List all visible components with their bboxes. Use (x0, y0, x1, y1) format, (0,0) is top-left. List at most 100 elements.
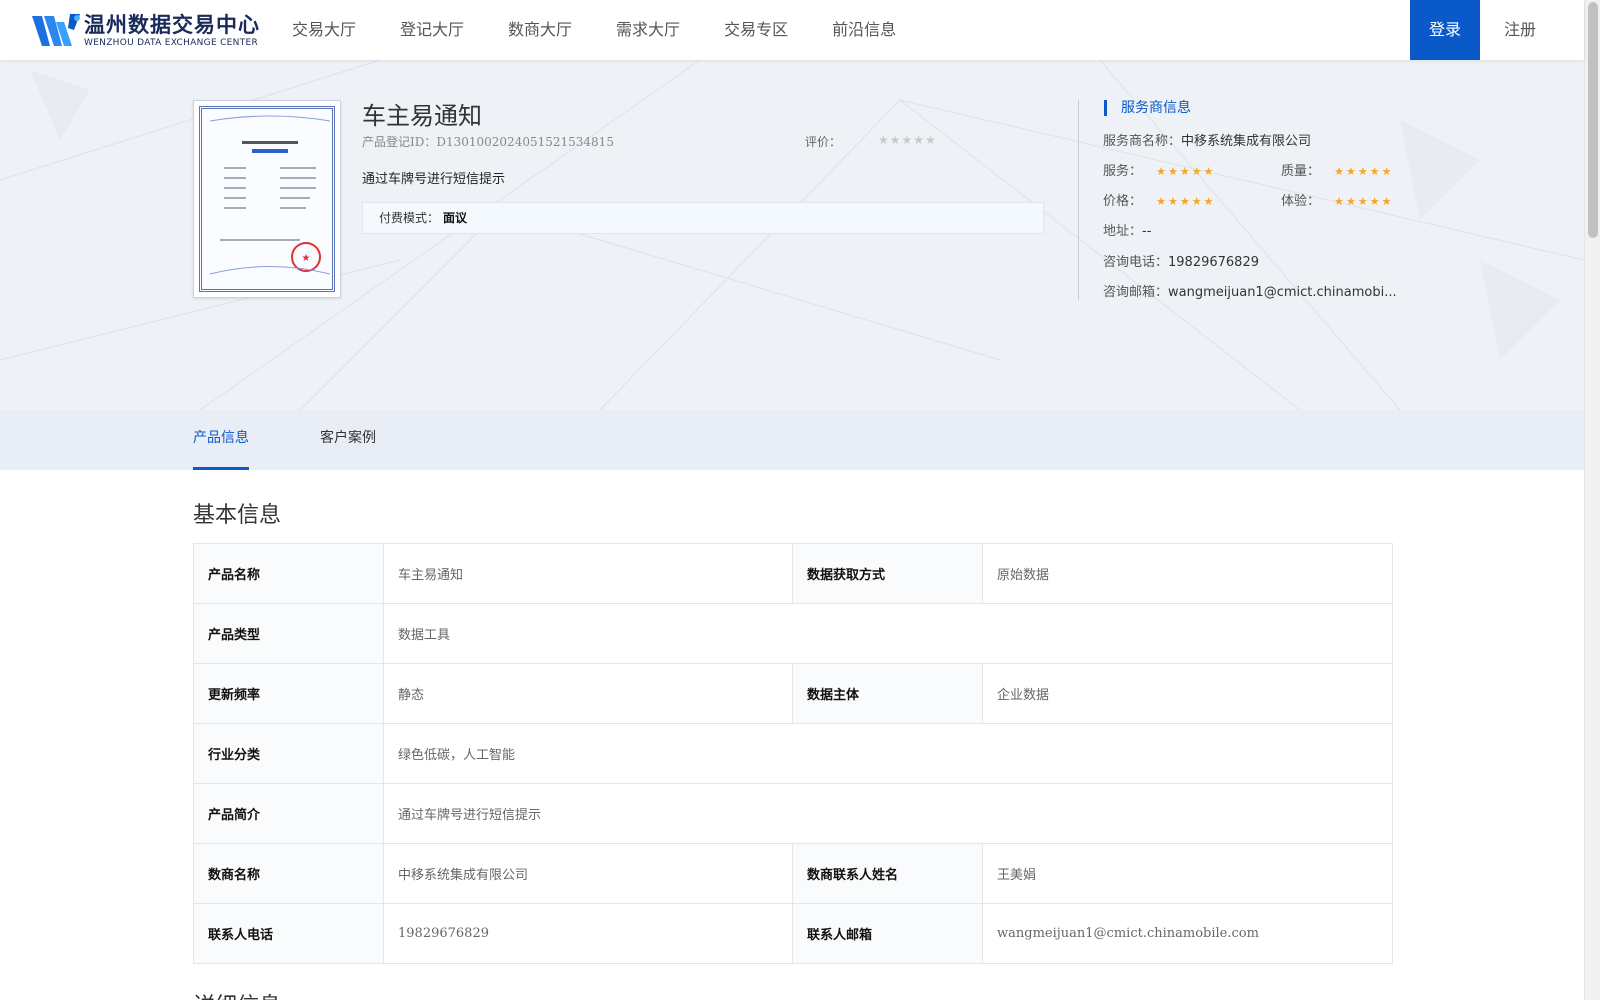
star-icon: ★ (1168, 165, 1178, 178)
scrollbar-thumb[interactable] (1588, 2, 1598, 238)
detail-info-title: 详细信息 (193, 988, 281, 1000)
star-empty-icon: ★ (913, 133, 925, 147)
provider-name-row: 服务商名称：中移系统集成有限公司 (1103, 130, 1311, 149)
star-icon: ★ (1191, 195, 1202, 208)
star-empty-icon: ★ (889, 133, 901, 147)
provider-address-row: 地址：-- (1103, 220, 1151, 239)
table-key: 数商名称 (193, 843, 384, 904)
provider-service-rating-row: 服务： ★ ★ ★ ★ ★ (1103, 160, 1214, 179)
provider-email: wangmeijuan1@cmict.chinamobi... (1168, 285, 1397, 300)
table-key: 产品简介 (193, 783, 384, 844)
star-icon: ★ (1179, 195, 1190, 208)
product-registration-id: 产品登记ID：D130100202405152153481​5 (362, 135, 614, 149)
star-icon: ★ (1203, 165, 1214, 178)
table-row: 产品简介 通过车牌号进行短信提示 (193, 783, 1393, 844)
table-row: 行业分类 绿色低碳，人工智能 (193, 723, 1393, 784)
table-row: 产品名称 车主易通知 数据获取方式 原始数据 (193, 543, 1393, 604)
table-key: 数商联系人姓名 (792, 843, 983, 904)
tab-customer-cases[interactable]: 客户案例 (320, 410, 376, 470)
nav-trading-hall[interactable]: 交易大厅 (270, 0, 378, 60)
provider-section-title: 服务商信息 (1104, 100, 1191, 116)
star-icon: ★ (1369, 195, 1380, 208)
provider-price-rating-row: 价格： ★ ★ ★ ★ ★ (1103, 190, 1214, 209)
nav-trading-zone[interactable]: 交易专区 (702, 0, 810, 60)
table-key: 联系人电话 (193, 903, 384, 964)
payment-mode-value: 面议 (443, 211, 468, 225)
price-rating-stars: ★ ★ ★ ★ ★ (1156, 196, 1213, 207)
star-icon: ★ (1191, 165, 1202, 178)
table-key: 行业分类 (193, 723, 384, 784)
register-button[interactable]: 注册 (1480, 0, 1560, 60)
star-icon: ★ (1334, 195, 1345, 208)
main-nav: 交易大厅 登记大厅 数商大厅 需求大厅 交易专区 前沿信息 (270, 0, 918, 60)
experience-rating-stars: ★ ★ ★ ★ ★ (1334, 196, 1391, 207)
star-icon: ★ (1168, 195, 1178, 208)
table-row: 更新频率 静态 数据主体 企业数据 (193, 663, 1393, 724)
payment-mode-box: 付费模式： 面议 (362, 202, 1044, 234)
table-key: 产品名称 (193, 543, 384, 604)
nav-registration-hall[interactable]: 登记大厅 (378, 0, 486, 60)
table-row: 产品类型 数据工具 (193, 603, 1393, 664)
basic-info-table: 产品名称 车主易通知 数据获取方式 原始数据 产品类型 数据工具 更新频率 静态… (193, 543, 1393, 964)
table-value: 绿色低碳，人工智能 (383, 723, 1393, 784)
table-value: 中移系统集成有限公司 (383, 843, 793, 904)
table-value: 通过车牌号进行短信提示 (383, 783, 1393, 844)
provider-phone: 19829676829 (1168, 255, 1259, 270)
logo-chinese-name: 温州数据交易中心 (84, 13, 260, 37)
table-value: 19829676829 (383, 903, 793, 964)
quality-rating-label: 质量： (1281, 164, 1321, 179)
nav-frontier-info[interactable]: 前沿信息 (810, 0, 918, 60)
content-tabs: 产品信息 客户案例 (0, 410, 1584, 470)
site-logo[interactable]: 温州数据交易中心 WENZHOU DATA EXCHANGE CENTER (30, 11, 260, 51)
provider-email-row: 咨询邮箱：wangmeijuan1@cmict.chinamobi... (1103, 281, 1397, 300)
page-scrollbar[interactable] (1584, 0, 1600, 1000)
login-button[interactable]: 登录 (1410, 0, 1480, 60)
table-value: 数据工具 (383, 603, 1393, 664)
star-icon: ★ (1381, 165, 1392, 178)
provider-name-label: 服务商名称： (1103, 134, 1182, 149)
provider-phone-row: 咨询电话：19829676829 (1103, 251, 1259, 270)
star-empty-icon: ★ (925, 133, 936, 147)
svg-text:★: ★ (302, 253, 311, 264)
star-empty-icon: ★ (878, 133, 889, 147)
star-icon: ★ (1369, 165, 1380, 178)
table-key: 数据获取方式 (792, 543, 983, 604)
table-value: 车主易通知 (383, 543, 793, 604)
quality-rating-stars: ★ ★ ★ ★ ★ (1334, 166, 1391, 177)
email-label: 咨询邮箱： (1103, 285, 1169, 300)
price-rating-label: 价格： (1103, 194, 1143, 209)
table-value: 王美娟 (982, 843, 1393, 904)
certificate-content-graphic: ★ (209, 115, 331, 275)
table-key: 产品类型 (193, 603, 384, 664)
provider-experience-rating-row: 体验： ★ ★ ★ ★ ★ (1281, 190, 1392, 209)
star-icon: ★ (1156, 195, 1167, 208)
rating-label: 评价： (805, 135, 842, 149)
provider-quality-rating-row: 质量： ★ ★ ★ ★ ★ (1281, 160, 1392, 179)
tab-product-info[interactable]: 产品信息 (193, 410, 249, 470)
star-icon: ★ (1334, 165, 1345, 178)
star-icon: ★ (1357, 195, 1368, 208)
product-hero: ★ 车主易通知 产品登记ID：D130100202405152153481​5 … (0, 60, 1584, 410)
experience-rating-label: 体验： (1281, 194, 1321, 209)
provider-divider (1078, 100, 1079, 300)
star-icon: ★ (1179, 165, 1190, 178)
certificate-frame: ★ (199, 106, 335, 292)
nav-data-merchant-hall[interactable]: 数商大厅 (486, 0, 594, 60)
product-rating-stars[interactable]: ★ ★ ★ ★ ★ (878, 133, 936, 147)
star-icon: ★ (1203, 195, 1214, 208)
provider-name: 中移系统集成有限公司 (1181, 134, 1312, 149)
table-row: 数商名称 中移系统集成有限公司 数商联系人姓名 王美娟 (193, 843, 1393, 904)
table-value: 企业数据 (982, 663, 1393, 724)
table-value: 静态 (383, 663, 793, 724)
phone-label: 咨询电话： (1103, 255, 1169, 270)
table-value: wangmeijuan1@cmict.chinamobile.com (982, 903, 1393, 964)
service-rating-stars: ★ ★ ★ ★ ★ (1156, 166, 1213, 177)
service-rating-label: 服务： (1103, 164, 1143, 179)
table-row: 联系人电话 19829676829 联系人邮箱 wangmeijuan1@cmi… (193, 903, 1393, 964)
table-key: 数据主体 (792, 663, 983, 724)
star-empty-icon: ★ (901, 133, 913, 147)
product-certificate-image[interactable]: ★ (193, 100, 341, 298)
nav-demand-hall[interactable]: 需求大厅 (594, 0, 702, 60)
provider-address: -- (1142, 224, 1152, 239)
table-value: 原始数据 (982, 543, 1393, 604)
